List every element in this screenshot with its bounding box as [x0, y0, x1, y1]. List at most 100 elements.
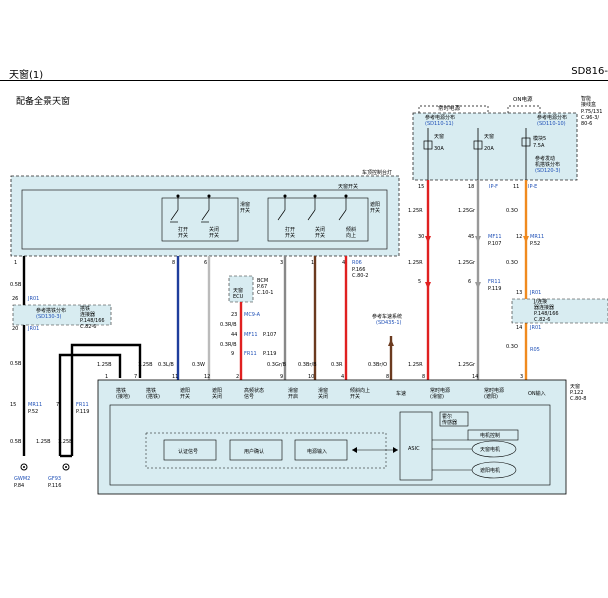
svg-text:1.25Gr: 1.25Gr: [458, 208, 476, 214]
svg-text:1.25B: 1.25B: [58, 439, 73, 445]
svg-text:0.3R/B: 0.3R/B: [220, 322, 237, 328]
svg-text:23: 23: [231, 312, 237, 318]
svg-text:器连接器: 器连接器: [534, 304, 554, 311]
svg-text:0.3O: 0.3O: [506, 208, 518, 214]
svg-text:MF11: MF11: [488, 234, 502, 240]
svg-text:信号: 信号: [244, 393, 254, 400]
svg-text:遮阳: 遮阳: [370, 201, 380, 208]
svg-text:车速: 车速: [396, 390, 406, 397]
svg-text:滑窗: 滑窗: [288, 387, 298, 394]
svg-text:1.25B: 1.25B: [36, 439, 51, 445]
svg-text:7: 7: [134, 374, 137, 380]
fuse2-name: 天窗: [484, 133, 494, 140]
ref-ground-label2: 机搭铁分布: [535, 161, 560, 168]
wiring-diagram: 常时电源 ON电源 参考电源分布 (SD110-11) 参考电源分布 (SD11…: [0, 95, 608, 506]
svg-text:9: 9: [231, 351, 234, 357]
svg-text:0.5B: 0.5B: [10, 439, 22, 445]
fuse1-amp: 30A: [434, 146, 444, 152]
svg-text:0.3Br/B: 0.3Br/B: [298, 362, 317, 368]
svg-text:11: 11: [513, 184, 519, 190]
svg-text:MR11: MR11: [28, 402, 42, 408]
ref-ground-label: 参考发动: [535, 155, 555, 162]
svg-text:遮阳: 遮阳: [212, 387, 222, 394]
svg-text:1: 1: [105, 374, 108, 380]
svg-text:1: 1: [311, 260, 314, 266]
svg-text:C.80-2: C.80-2: [352, 273, 368, 279]
ref-right-code: (SD110-10): [537, 121, 566, 127]
svg-text:关闭: 关闭: [318, 393, 328, 400]
svg-text:P.52: P.52: [530, 241, 540, 247]
svg-text:8: 8: [172, 260, 175, 266]
svg-text:常时电源: 常时电源: [430, 387, 450, 394]
svg-text:用户确认: 用户确认: [244, 448, 264, 455]
on-label: ON电源: [513, 95, 533, 103]
svg-text:15: 15: [418, 184, 424, 190]
svg-text:IP-F: IP-F: [489, 184, 498, 190]
svg-text:开关: 开关: [315, 232, 325, 239]
ref-left-label: 参考电源分布: [425, 114, 455, 121]
junction-block: 常时电源 ON电源 参考电源分布 (SD110-11) 参考电源分布 (SD11…: [412, 95, 602, 181]
svg-text:R06: R06: [352, 260, 362, 266]
fuse2-amp: 20A: [484, 146, 494, 152]
svg-text:FR11: FR11: [488, 279, 501, 285]
svg-text:MR11: MR11: [530, 234, 544, 240]
svg-text:GF93: GF93: [48, 476, 61, 482]
ref-ground-code: (SD120-3): [535, 168, 561, 174]
svg-text:44: 44: [231, 332, 237, 338]
sunroof-module: 天窗 P.122 C.80-8 1 7 11 12 2 9 10 4 8 8 1…: [97, 374, 586, 495]
overhead-console-switch: 车顶控制台灯 天窗开关 滑窗 开关 打开 开关 关闭 开关 遮阳 开关 打开 开…: [10, 169, 400, 257]
svg-text:(滑窗): (滑窗): [430, 393, 444, 400]
svg-text:(SD130-3): (SD130-3): [36, 314, 62, 320]
svg-text:倾斜向上: 倾斜向上: [350, 387, 370, 394]
svg-text:开关: 开关: [180, 393, 190, 400]
svg-text:0.3R/B: 0.3R/B: [220, 342, 237, 348]
ref-right-label: 参考电源分布: [537, 114, 567, 121]
svg-text:连接器: 连接器: [80, 311, 95, 318]
svg-text:3: 3: [520, 374, 523, 380]
svg-text:ECU: ECU: [233, 294, 244, 300]
svg-text:开关: 开关: [240, 207, 250, 214]
svg-text:6: 6: [204, 260, 207, 266]
jb-title: 智能: [581, 95, 591, 102]
svg-text:1.25Gr: 1.25Gr: [458, 260, 476, 266]
svg-text:C.80-8: C.80-8: [570, 396, 586, 402]
svg-text:11: 11: [172, 374, 178, 380]
svg-text:45: 45: [468, 234, 474, 240]
svg-text:0.5B: 0.5B: [10, 361, 22, 367]
sunroof-switch-label: 天窗开关: [338, 183, 358, 190]
svg-text:霍尔: 霍尔: [442, 413, 452, 420]
svg-text:JR01: JR01: [27, 296, 39, 302]
svg-text:0.3O: 0.3O: [506, 344, 518, 350]
svg-text:开启: 开启: [288, 393, 298, 400]
svg-text:C.82-6: C.82-6: [80, 324, 96, 330]
jb-page3: 80-6: [581, 121, 592, 127]
console-label: 车顶控制台灯: [362, 169, 392, 176]
svg-text:7: 7: [56, 402, 59, 408]
svg-text:高频状态: 高频状态: [244, 387, 264, 394]
svg-text:0.3O: 0.3O: [506, 260, 518, 266]
svg-text:搭铁: 搭铁: [116, 387, 126, 394]
ref-left-code: (SD110-11): [425, 121, 454, 127]
svg-text:1.25B: 1.25B: [138, 362, 153, 368]
svg-text:天窗电机: 天窗电机: [480, 446, 500, 453]
svg-text:0.3W: 0.3W: [192, 362, 205, 368]
svg-text:10: 10: [308, 374, 314, 380]
svg-text:电源输入: 电源输入: [307, 448, 327, 455]
svg-text:12: 12: [516, 234, 522, 240]
svg-text:开关: 开关: [209, 232, 219, 239]
svg-text:1.25R: 1.25R: [408, 208, 423, 214]
svg-text:(SD435-1): (SD435-1): [376, 320, 402, 326]
svg-text:遮阳: 遮阳: [180, 387, 190, 394]
jb-title2: 接线盒: [581, 101, 596, 108]
svg-text:滑窗: 滑窗: [318, 387, 328, 394]
svg-text:1.25R: 1.25R: [408, 362, 423, 368]
svg-text:14: 14: [472, 374, 478, 380]
svg-text:传感器: 传感器: [442, 419, 457, 426]
svg-text:P.119: P.119: [488, 286, 501, 292]
svg-text:JR01: JR01: [27, 326, 39, 332]
svg-text:0.3Br/O: 0.3Br/O: [368, 362, 387, 368]
svg-text:参考车速系统: 参考车速系统: [372, 313, 402, 320]
svg-text:(遮阳): (遮阳): [484, 393, 498, 400]
svg-text:开关: 开关: [350, 393, 360, 400]
svg-text:关闭: 关闭: [209, 226, 219, 233]
